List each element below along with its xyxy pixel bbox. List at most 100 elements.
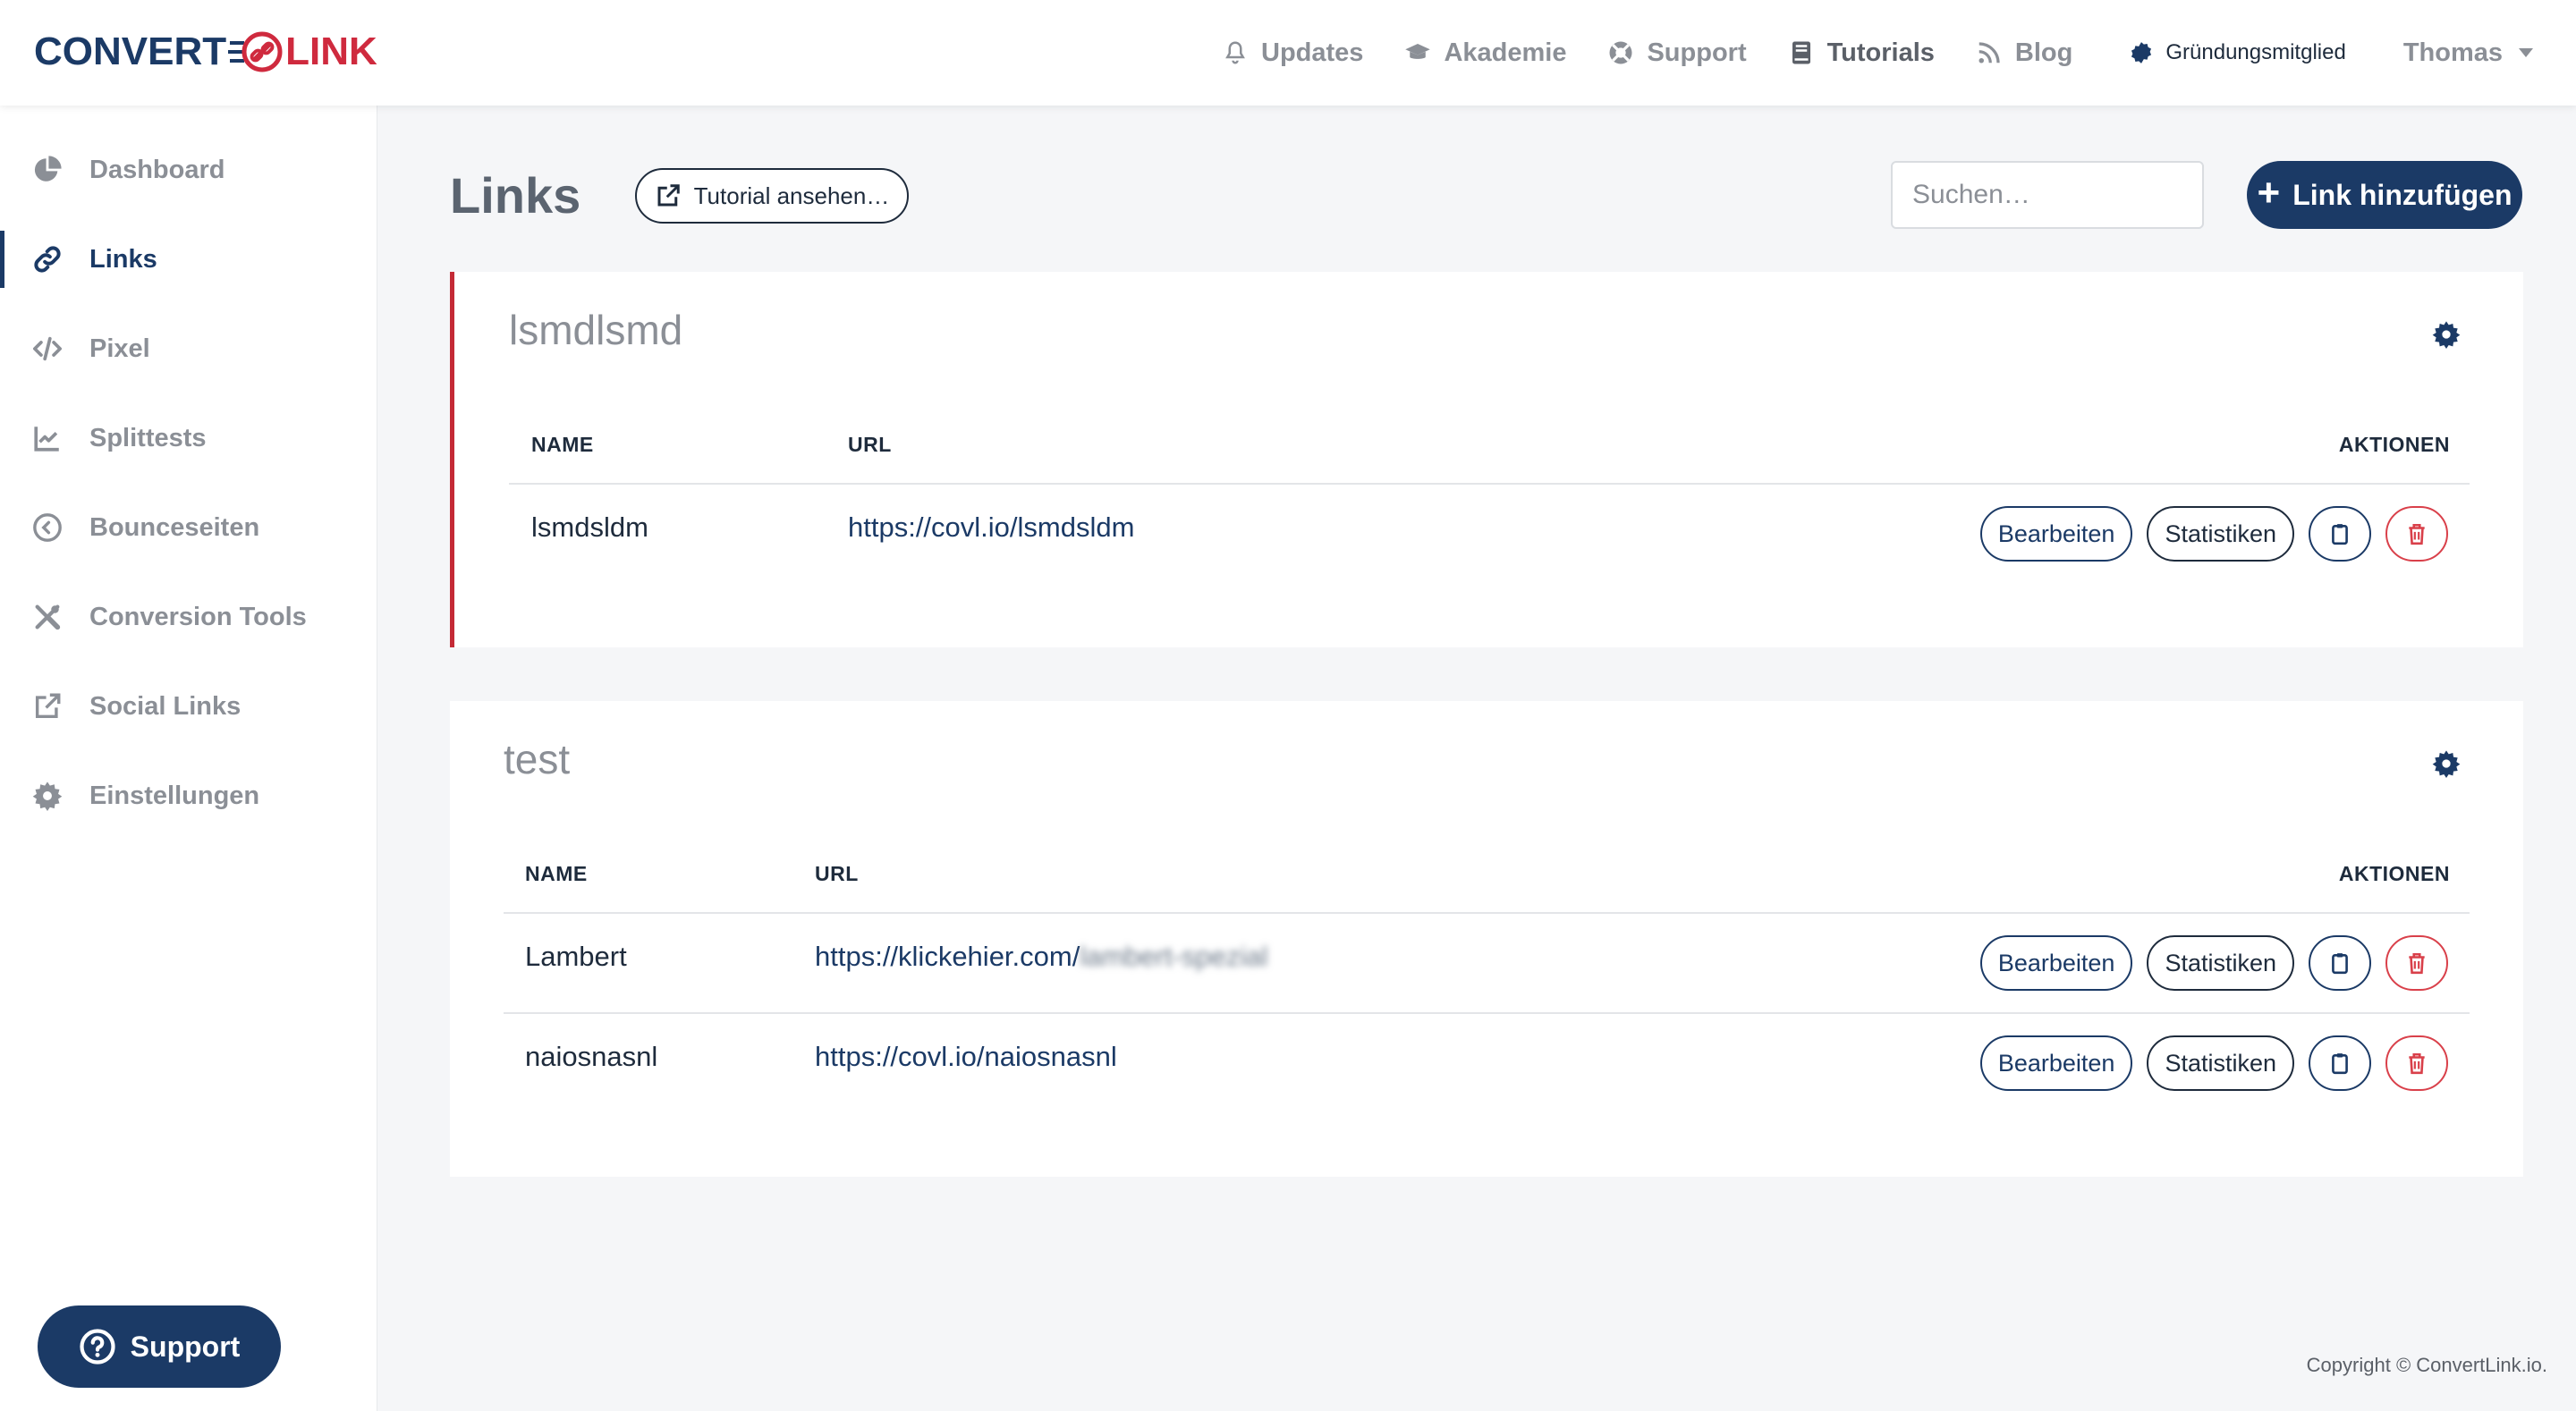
sidebar-item-einstellungen[interactable]: Einstellungen — [0, 751, 377, 841]
top-navigation: Updates Akademie Support Tutorials Blog … — [1181, 0, 2576, 106]
table-divider — [509, 483, 2470, 485]
nav-blog-label: Blog — [2014, 38, 2073, 67]
column-header-name: NAME — [531, 433, 594, 456]
sidebar-item-label: Einstellungen — [89, 781, 260, 810]
nav-akademie[interactable]: Akademie — [1404, 38, 1566, 68]
sidebar-item-dashboard[interactable]: Dashboard — [0, 125, 377, 215]
question-circle-icon — [80, 1329, 115, 1365]
link-group-card: lsmdlsmd NAME URL AKTIONEN lsmdsldm http… — [450, 272, 2523, 647]
rss-icon — [1979, 42, 2000, 63]
certificate-badge-icon — [2131, 42, 2152, 63]
code-icon — [32, 334, 63, 364]
column-header-actions: AKTIONEN — [2338, 862, 2450, 885]
clipboard-icon — [2332, 953, 2348, 975]
link-url-text: https://klickehier.com/ — [815, 941, 1080, 972]
link-url-text: https://covl.io/lsmdsldm — [848, 511, 1135, 543]
support-chat-button[interactable]: Support — [38, 1305, 281, 1388]
graduation-cap-icon — [1405, 44, 1431, 59]
add-link-button[interactable]: + Link hinzufügen — [2247, 161, 2522, 229]
sidebar-item-label: Bounceseiten — [89, 512, 260, 542]
external-link-icon — [32, 691, 63, 722]
sidebar-item-links[interactable]: Links — [0, 215, 377, 304]
edit-button[interactable]: Bearbeiten — [1979, 1035, 2133, 1091]
nav-updates-label: Updates — [1261, 38, 1364, 67]
nav-updates[interactable]: Updates — [1222, 38, 1363, 68]
link-icon — [32, 244, 63, 275]
trash-icon — [2409, 523, 2425, 545]
statistics-button[interactable]: Statistiken — [2147, 1035, 2294, 1091]
row-actions: Bearbeiten Statistiken — [1979, 506, 2448, 562]
nav-member-badge[interactable]: Gründungsmitglied — [2130, 40, 2346, 65]
convertlink-logo[interactable]: CONVERT LINK — [34, 27, 377, 77]
nav-akademie-label: Akademie — [1444, 38, 1567, 67]
group-settings-gear-icon[interactable] — [2432, 749, 2461, 778]
delete-button[interactable] — [2385, 935, 2448, 991]
sidebar-item-splittests[interactable]: Splittests — [0, 393, 377, 483]
link-url[interactable]: https://covl.io/naiosnasnl — [815, 1041, 1117, 1073]
sidebar-item-label: Conversion Tools — [89, 602, 307, 631]
statistics-button[interactable]: Statistiken — [2147, 935, 2294, 991]
tools-icon — [32, 602, 63, 632]
group-title: test — [504, 736, 571, 782]
column-header-url: URL — [815, 862, 859, 885]
column-header-url: URL — [848, 433, 892, 456]
lifebuoy-icon — [1609, 41, 1632, 64]
bell-icon — [1225, 41, 1245, 64]
nav-blog[interactable]: Blog — [1976, 38, 2072, 68]
sidebar-item-pixel[interactable]: Pixel — [0, 304, 377, 393]
sidebar-item-label: Dashboard — [89, 155, 225, 184]
logo-text-link: LINK — [285, 30, 377, 73]
nav-tutorials[interactable]: Tutorials — [1788, 38, 1935, 68]
sidebar-item-label: Splittests — [89, 423, 207, 452]
link-url-text: https://covl.io/naiosnasnl — [815, 1041, 1117, 1072]
sidebar-item-bounceseiten[interactable]: Bounceseiten — [0, 483, 377, 572]
logo-link-mark-icon — [228, 29, 284, 75]
clipboard-icon — [2332, 524, 2348, 545]
table-divider — [504, 1012, 2470, 1014]
copy-button[interactable] — [2309, 1035, 2371, 1091]
sidebar-item-label: Pixel — [89, 334, 150, 363]
delete-button[interactable] — [2385, 1035, 2448, 1091]
user-menu[interactable]: Thomas — [2403, 38, 2533, 68]
link-name: lsmdsldm — [531, 511, 648, 543]
sidebar-item-label: Social Links — [89, 691, 242, 721]
group-title: lsmdlsmd — [509, 307, 683, 353]
link-name: Lambert — [525, 941, 627, 972]
column-header-name: NAME — [525, 862, 588, 885]
trash-icon — [2409, 952, 2425, 975]
nav-support-label: Support — [1647, 38, 1747, 67]
sidebar: Dashboard Links Pixel Splittests Bounces… — [0, 106, 377, 1411]
copyright-text: Copyright © ConvertLink.io. — [2306, 1354, 2547, 1376]
external-link-icon — [657, 184, 680, 207]
link-url[interactable]: https://klickehier.com/lambert-spezial — [815, 941, 1268, 973]
add-link-button-label: Link hinzufügen — [2292, 178, 2512, 211]
link-url-blurred: lambert-spezial — [1080, 941, 1268, 972]
row-actions: Bearbeiten Statistiken — [1979, 935, 2448, 991]
top-bar: CONVERT LINK Updates Akademie Support Tu… — [0, 0, 2576, 106]
edit-button[interactable]: Bearbeiten — [1979, 506, 2133, 562]
arrow-circle-left-icon — [32, 512, 63, 543]
link-url[interactable]: https://covl.io/lsmdsldm — [848, 511, 1134, 544]
group-settings-gear-icon[interactable] — [2432, 320, 2461, 349]
tutorial-button-label: Tutorial ansehen… — [693, 182, 890, 209]
sidebar-item-social-links[interactable]: Social Links — [0, 662, 377, 751]
row-actions: Bearbeiten Statistiken — [1979, 1035, 2448, 1091]
gear-icon — [32, 781, 63, 811]
edit-button[interactable]: Bearbeiten — [1979, 935, 2133, 991]
plus-icon: + — [2257, 171, 2281, 215]
statistics-button[interactable]: Statistiken — [2147, 506, 2294, 562]
support-button-label: Support — [130, 1330, 241, 1363]
tutorial-button[interactable]: Tutorial ansehen… — [635, 168, 909, 224]
clipboard-icon — [2332, 1053, 2348, 1075]
copy-button[interactable] — [2309, 935, 2371, 991]
trash-icon — [2409, 1052, 2425, 1075]
page-title: Links — [450, 167, 581, 224]
sidebar-item-conversion-tools[interactable]: Conversion Tools — [0, 572, 377, 662]
search-input[interactable] — [1891, 161, 2204, 229]
copy-button[interactable] — [2309, 506, 2371, 562]
delete-button[interactable] — [2385, 506, 2448, 562]
column-header-actions: AKTIONEN — [2338, 433, 2450, 456]
nav-support[interactable]: Support — [1607, 38, 1747, 68]
table-divider — [504, 912, 2470, 914]
sidebar-item-label: Links — [89, 244, 157, 274]
